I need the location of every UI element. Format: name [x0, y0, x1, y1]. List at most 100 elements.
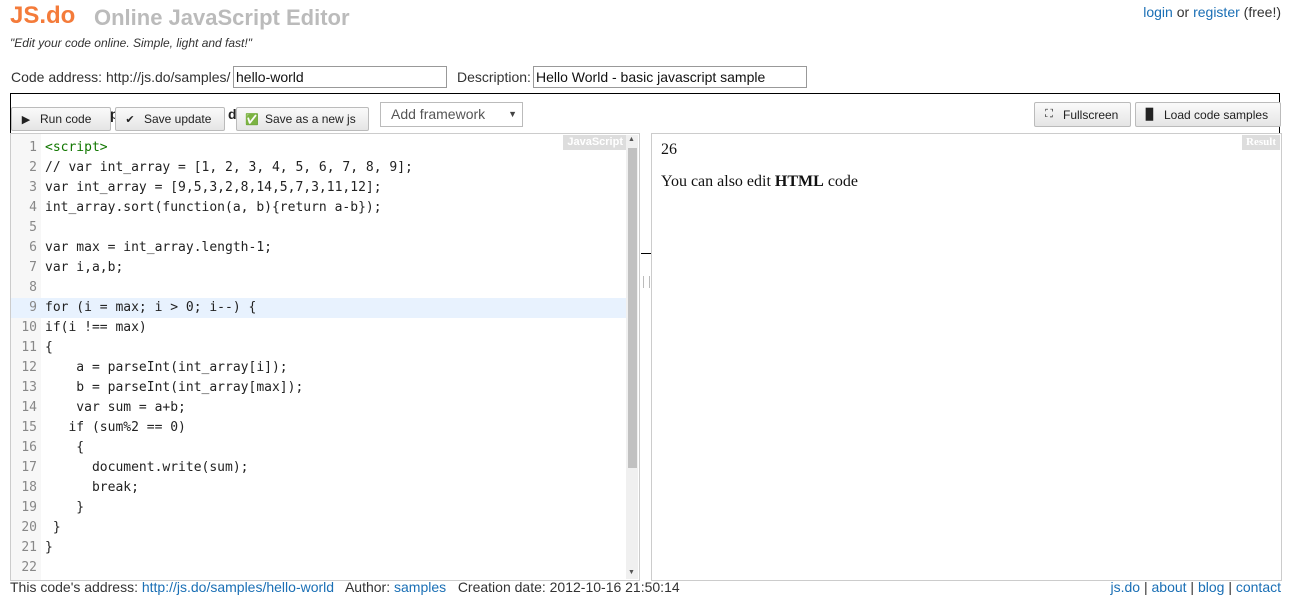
- code-line[interactable]: 4 int_array.sort(function(a, b){return a-…: [11, 198, 626, 218]
- code-line[interactable]: 9 for (i = max; i > 0; i--) {: [11, 298, 626, 318]
- code-text: if(i !== max): [45, 320, 147, 335]
- line-number: 14: [21, 400, 37, 415]
- code-text: <script>: [45, 140, 108, 155]
- editor-language-label: JavaScript: [563, 135, 627, 150]
- register-link[interactable]: register: [1193, 4, 1240, 20]
- code-address-label: Code address: http://js.do/samples/: [11, 69, 231, 85]
- description-input[interactable]: [533, 66, 807, 88]
- footer-creation-date: Creation date: 2012-10-16 21:50:14: [457, 579, 680, 595]
- code-line[interactable]: 10 if(i !== max): [11, 318, 626, 338]
- site-logo[interactable]: JS.do: [10, 2, 75, 30]
- code-line[interactable]: 13 b = parseInt(int_array[max]);: [11, 378, 626, 398]
- line-number: 8: [29, 280, 37, 295]
- login-link[interactable]: login: [1143, 4, 1173, 20]
- save-update-button[interactable]: ✔ Save update: [115, 107, 225, 131]
- code-text: document.write(sum);: [45, 460, 249, 475]
- line-number: 6: [29, 240, 37, 255]
- code-line[interactable]: 20 }: [11, 518, 626, 538]
- code-text: }: [45, 500, 85, 515]
- code-line[interactable]: 3 var int_array = [9,5,3,2,8,14,5,7,3,11,…: [11, 178, 626, 198]
- free-text: (free!): [1243, 4, 1281, 20]
- code-line[interactable]: 15 if (sum%2 == 0): [11, 418, 626, 438]
- code-line[interactable]: 7 var i,a,b;: [11, 258, 626, 278]
- description-label: Description:: [457, 69, 531, 85]
- code-line[interactable]: 16 {: [11, 438, 626, 458]
- footer-author-link[interactable]: samples: [394, 579, 446, 595]
- code-text: a = parseInt(int_array[i]);: [45, 360, 288, 375]
- code-line[interactable]: 5: [11, 218, 626, 238]
- code-address-input[interactable]: [233, 66, 447, 88]
- save-new-button[interactable]: ✅ Save as a new js: [236, 107, 369, 131]
- result-text-suffix: code: [823, 173, 859, 190]
- result-output-number: 26: [661, 141, 677, 158]
- line-number: 19: [21, 500, 37, 515]
- save-update-label: Save update: [144, 112, 212, 126]
- line-number: 18: [21, 480, 37, 495]
- line-number: 22: [21, 560, 37, 575]
- result-panel: Result 26 You can also edit HTML code: [651, 133, 1282, 581]
- code-text: if (sum%2 == 0): [45, 420, 186, 435]
- framework-select-label: Add framework: [391, 106, 486, 122]
- code-line[interactable]: 19 }: [11, 498, 626, 518]
- site-subtitle: Online JavaScript Editor: [94, 5, 350, 30]
- line-number: 4: [29, 200, 37, 215]
- code-line[interactable]: 8: [11, 278, 626, 298]
- line-number: 9: [29, 300, 37, 315]
- footer-link-contact[interactable]: contact: [1236, 579, 1281, 595]
- code-text: break;: [45, 480, 139, 495]
- code-text: var i,a,b;: [45, 260, 124, 275]
- save-new-label: Save as a new js: [265, 112, 356, 126]
- code-line[interactable]: 1 <script>: [11, 138, 626, 158]
- result-label: Result: [1242, 135, 1280, 150]
- code-line[interactable]: 21}: [11, 538, 626, 558]
- code-line[interactable]: 17 document.write(sum);: [11, 458, 626, 478]
- check-circle-icon: ✅: [245, 113, 259, 126]
- code-line[interactable]: 12 a = parseInt(int_array[i]);: [11, 358, 626, 378]
- result-text-bold: HTML: [774, 173, 824, 190]
- code-line[interactable]: 14 var sum = a+b;: [11, 398, 626, 418]
- footer-link-about[interactable]: about: [1152, 579, 1187, 595]
- line-number: 20: [21, 520, 37, 535]
- footer-author-label: Author:: [344, 579, 391, 595]
- result-text-prefix: You can also edit: [661, 173, 775, 190]
- code-line[interactable]: 2 // var int_array = [1, 2, 3, 4, 5, 6, 7…: [11, 158, 626, 178]
- code-line[interactable]: 18 break;: [11, 478, 626, 498]
- footer-link-jsdo[interactable]: js.do: [1111, 579, 1141, 595]
- footer-links: js.do | about | blog | contact: [1110, 579, 1282, 595]
- line-number: 11: [21, 340, 37, 355]
- code-text: for (i = max; i > 0; i--) {: [45, 300, 257, 315]
- line-number: 3: [29, 180, 37, 195]
- splitter-handle[interactable]: [643, 276, 650, 288]
- chevron-down-icon: ▼: [508, 109, 517, 119]
- check-icon: ✔: [125, 113, 135, 126]
- line-number: 10: [21, 320, 37, 335]
- fullscreen-button[interactable]: ⛶ Fullscreen: [1034, 102, 1131, 127]
- code-line[interactable]: 11 {: [11, 338, 626, 358]
- load-samples-label: Load code samples: [1164, 107, 1269, 122]
- line-number: 1: [29, 140, 37, 155]
- code-editor[interactable]: 1 <script> 2 // var int_array = [1, 2, 3, 4…: [10, 133, 640, 581]
- play-icon: ▶: [21, 113, 31, 126]
- tagline: "Edit your code online. Simple, light an…: [10, 36, 252, 50]
- code-text: {: [45, 340, 53, 355]
- code-line[interactable]: 22: [11, 558, 626, 578]
- scroll-up-icon[interactable]: ▲: [628, 136, 635, 143]
- line-number: 17: [21, 460, 37, 475]
- or-text: or: [1176, 4, 1190, 20]
- result-output-line: You can also edit HTML code: [661, 173, 858, 191]
- fullscreen-label: Fullscreen: [1063, 107, 1119, 122]
- run-code-button[interactable]: ▶ Run code: [11, 107, 111, 131]
- footer-link-blog[interactable]: blog: [1198, 579, 1224, 595]
- footer-address-link[interactable]: http://js.do/samples/hello-world: [142, 579, 334, 595]
- line-number: 16: [21, 440, 37, 455]
- code-text: // var int_array = [1, 2, 3, 4, 5, 6, 7,…: [45, 160, 413, 175]
- scroll-down-icon[interactable]: ▼: [628, 569, 635, 576]
- line-number: 7: [29, 260, 37, 275]
- framework-select[interactable]: Add framework ▼: [380, 102, 523, 127]
- code-line[interactable]: 6 var max = int_array.length-1;: [11, 238, 626, 258]
- code-text: }: [45, 520, 61, 535]
- expand-icon: ⛶: [1045, 108, 1053, 120]
- code-text: }: [45, 540, 53, 555]
- load-samples-button[interactable]: ▉ Load code samples: [1135, 102, 1281, 127]
- editor-scrollbar-thumb[interactable]: [628, 148, 637, 468]
